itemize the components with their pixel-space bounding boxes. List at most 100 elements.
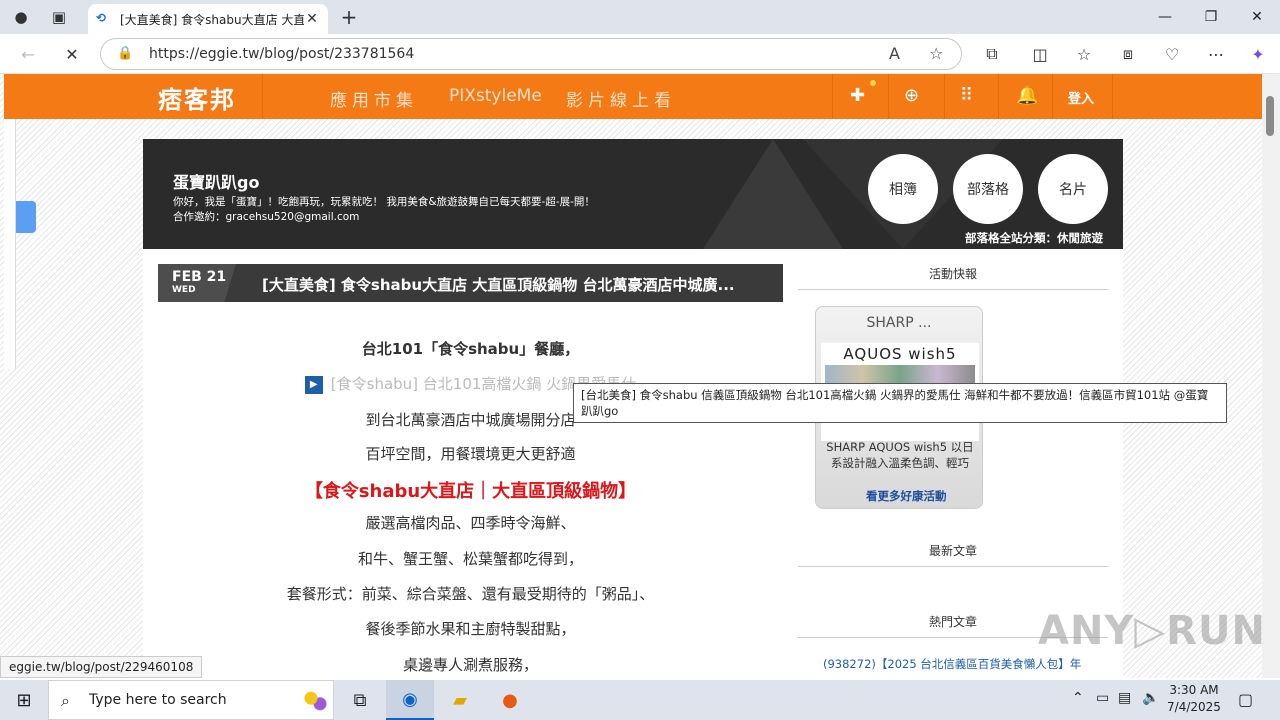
- blog-contact: 合作邀約：gracehsu520@gmail.com: [173, 211, 360, 223]
- page-scrollbar[interactable]: [1262, 74, 1280, 678]
- extensions-icon[interactable]: ⧉: [978, 42, 1006, 66]
- browser-essentials-icon[interactable]: ♡: [1158, 42, 1186, 66]
- search-icon: ⌕: [61, 691, 70, 710]
- tab-close-button[interactable]: ✕: [304, 11, 320, 27]
- link-tooltip: [台北美食] 食令shabu 信義區頂級鍋物 台北101高檔火鍋 火鍋界的愛馬仕…: [573, 383, 1227, 423]
- close-window-button[interactable]: ✕: [1234, 0, 1280, 34]
- post-weekday: WED: [172, 285, 196, 295]
- post-date: FEB 21: [172, 269, 227, 285]
- copilot-icon[interactable]: ✦: [1244, 42, 1272, 66]
- nav-divider: [262, 74, 263, 119]
- collections-icon[interactable]: ⧈: [1114, 42, 1142, 66]
- file-explorer-icon[interactable]: ▰: [436, 680, 484, 720]
- post-line: 套餐形式：前菜、綜合菜盤、還有最受期待的「粥品」、: [286, 585, 655, 603]
- edge-taskbar-icon[interactable]: ◉: [386, 680, 434, 720]
- more-icon[interactable]: ⋯: [1202, 42, 1230, 66]
- navigation-bar: ← ✕ 🔒 https://eggie.tw/blog/post/2337815…: [0, 34, 1280, 74]
- windows-start-icon[interactable]: ⊞: [0, 680, 48, 720]
- login-button[interactable]: 登入: [1068, 88, 1094, 107]
- album-button[interactable]: 相簿: [868, 154, 938, 224]
- post-line: 百坪空間，用餐環境更大更舒適: [365, 445, 576, 463]
- notifications-icon[interactable]: ▢: [1238, 690, 1253, 709]
- post-line: 台北101「食令shabu」餐廳，: [361, 340, 580, 358]
- favorite-star-icon[interactable]: ☆: [929, 44, 943, 63]
- nav-link-app-market[interactable]: 應用市集: [330, 86, 418, 111]
- apps-grid-icon[interactable]: ⠿: [960, 85, 973, 106]
- tab-strip: ● ▣ ⟲ [大直美食] 食令shabu大直店 大直 ✕ + — ❐ ✕: [0, 0, 1280, 34]
- maximize-button[interactable]: ❐: [1188, 0, 1234, 34]
- scrollbar-thumb[interactable]: [1266, 96, 1274, 136]
- side-float-tab[interactable]: [16, 201, 36, 233]
- post-line: 桌邊專人涮煮服務，: [402, 656, 538, 674]
- post-line: 餐後季節水果和主廚特製甜點，: [365, 620, 576, 638]
- minimize-button[interactable]: —: [1142, 0, 1188, 34]
- post-title[interactable]: [大直美食] 食令shabu大直店 大直區頂級鍋物 台北萬豪酒店中城廣...: [262, 274, 772, 295]
- ad-title: SHARP ...: [866, 315, 932, 331]
- blog-category[interactable]: 部落格全站分類：休閒旅遊: [965, 230, 1103, 246]
- network-icon[interactable]: ▤: [1118, 690, 1131, 706]
- profile-card-button[interactable]: 名片: [1038, 154, 1108, 224]
- bookmark-icon[interactable]: ✚: [850, 85, 865, 106]
- blog-description: 你好，我是「蛋寶」！吃飽再玩，玩累就吃！ 我用美食&旅遊鼓舞自已每天都要-超-展…: [173, 196, 595, 208]
- nav-divider: [832, 74, 833, 119]
- nav-divider: [944, 74, 945, 119]
- nav-divider: [1112, 74, 1113, 119]
- firefox-icon[interactable]: ●: [486, 680, 534, 720]
- clock-date: 7/4/2025: [1167, 700, 1221, 714]
- taskbar-search[interactable]: ⌕ Type here to search: [48, 680, 334, 720]
- status-url: eggie.tw/blog/post/229460108: [0, 656, 203, 678]
- post-line: 嚴選高檔肉品、四季時令海鮮、: [365, 514, 576, 532]
- nav-divider: [1052, 74, 1053, 119]
- tab-title: [大直美食] 食令shabu大直店 大直: [120, 12, 304, 27]
- favorites-icon[interactable]: ☆: [1070, 42, 1098, 66]
- nav-link-pixstyleme[interactable]: PIXstyleMe: [449, 86, 542, 106]
- blog-button[interactable]: 部落格: [953, 154, 1023, 224]
- windows-taskbar: ⊞ ⌕ Type here to search ⧉ ◉ ▰ ● ⌃ ▭ ▤ 🔈 …: [0, 680, 1280, 720]
- anyrun-watermark: ANY▷RUN: [1038, 608, 1266, 654]
- volume-icon[interactable]: 🔈: [1142, 690, 1159, 706]
- ad-description: SHARP AQUOS wish5 以日系設計融入溫柔色調、輕巧: [826, 440, 974, 470]
- sidebar-divider: [798, 566, 1108, 567]
- site-top-nav: 痞客邦 應用市集 PIXstyleMe 影片線上看 ✚ ⊕ ⠿ 🔔 登入: [4, 74, 1262, 119]
- latest-posts-heading: 最新文章: [928, 544, 977, 558]
- activity-heading: 活動快報: [928, 267, 977, 281]
- back-button[interactable]: ←: [14, 42, 42, 66]
- address-bar[interactable]: 🔒 https://eggie.tw/blog/post/233781564 A…: [100, 38, 962, 70]
- post-line: 和牛、蟹王蟹、松葉蟹都吃得到，: [357, 550, 583, 568]
- taskbar-search-placeholder[interactable]: Type here to search: [89, 692, 227, 708]
- nav-link-video[interactable]: 影片線上看: [566, 86, 676, 111]
- blog-name[interactable]: 蛋寶趴趴go: [173, 169, 259, 193]
- lock-icon[interactable]: 🔒: [117, 46, 133, 61]
- clock-time: 3:30 AM: [1169, 683, 1219, 697]
- address-url[interactable]: https://eggie.tw/blog/post/233781564: [149, 46, 414, 62]
- sidebar-divider: [798, 289, 1108, 290]
- more-events-link[interactable]: 看更多好康活動: [866, 488, 947, 504]
- read-aloud-icon[interactable]: A: [889, 44, 900, 63]
- notification-dot: [870, 80, 876, 86]
- post-header: FEB 21 WED [大直美食] 食令shabu大直店 大直區頂級鍋物 台北萬…: [158, 264, 783, 302]
- device-icon[interactable]: ▭: [1096, 690, 1109, 706]
- post-highlight: 【食令shabu大直店｜大直區頂級鍋物】: [304, 481, 637, 502]
- active-tab[interactable]: ⟲ [大直美食] 食令shabu大直店 大直 ✕: [88, 4, 328, 34]
- search-highlight-icon: [299, 687, 329, 715]
- nav-divider: [998, 74, 999, 119]
- new-tab-button[interactable]: +: [336, 5, 362, 29]
- hot-post-link[interactable]: (938272)【2025 台北信義區百貨美食懶人包】年: [823, 656, 1081, 672]
- play-icon: ▶: [304, 375, 323, 394]
- show-hidden-icons[interactable]: ⌃: [1072, 690, 1084, 706]
- blog-header: 蛋寶趴趴go 你好，我是「蛋寶」！吃飽再玩，玩累就吃！ 我用美食&旅遊鼓舞自已每…: [143, 139, 1123, 249]
- bell-icon[interactable]: 🔔: [1016, 85, 1038, 106]
- taskbar-clock[interactable]: 3:30 AM 7/4/2025: [1166, 682, 1222, 716]
- web-page: 痞客邦 應用市集 PIXstyleMe 影片線上看 ✚ ⊕ ⠿ 🔔 登入 蛋寶趴…: [0, 74, 1262, 678]
- nav-divider: [888, 74, 889, 119]
- ad-product-name: AQUOS wish5: [843, 345, 957, 363]
- left-side-panel: [4, 119, 16, 369]
- split-screen-icon[interactable]: ◫: [1026, 42, 1054, 66]
- loading-favicon-icon: ⟲: [96, 11, 107, 25]
- tab-actions-icon[interactable]: ▣: [46, 6, 72, 28]
- search-icon[interactable]: ⊕: [904, 85, 919, 106]
- profile-icon[interactable]: ●: [8, 6, 34, 28]
- pixnet-logo[interactable]: 痞客邦: [158, 80, 236, 115]
- stop-loading-button[interactable]: ✕: [58, 42, 86, 66]
- task-view-icon[interactable]: ⧉: [336, 680, 384, 720]
